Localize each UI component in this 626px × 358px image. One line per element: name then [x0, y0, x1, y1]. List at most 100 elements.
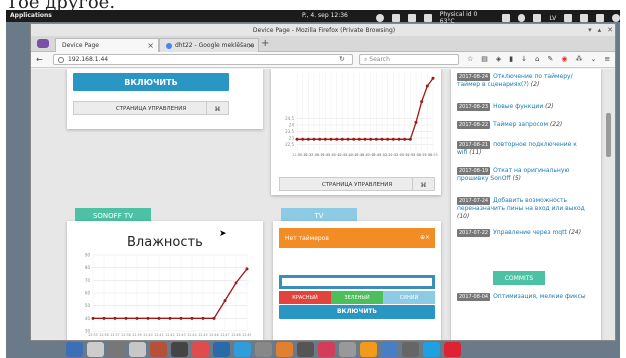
- reload-icon[interactable]: ↻: [339, 55, 345, 63]
- terminal-icon[interactable]: [297, 342, 314, 357]
- search-app-icon[interactable]: [213, 342, 230, 357]
- changelog-date: 2017-08-19: [457, 167, 491, 175]
- settings-icon[interactable]: ⌘: [412, 178, 434, 190]
- chevron-down-icon[interactable]: ⌄: [590, 55, 596, 63]
- data-point: [168, 316, 172, 320]
- turn-on-button[interactable]: ВКЛЮЧИТЬ: [73, 73, 229, 91]
- control-page-button-2[interactable]: СТРАНИЦА УПРАВЛЕНИЯ ⌘: [279, 177, 435, 191]
- home-icon[interactable]: ⌂: [535, 55, 539, 63]
- humidity-title: Влажность: [127, 235, 203, 250]
- minimize-icon[interactable]: ▾: [588, 26, 592, 34]
- control-page-label: СТРАНИЦА УПРАВЛЕНИЯ: [115, 106, 187, 112]
- filezilla-icon[interactable]: [192, 342, 209, 357]
- extension-icon[interactable]: ⁂: [575, 55, 582, 63]
- window-manager-icon[interactable]: [129, 342, 146, 357]
- y-tick-label: 40: [85, 316, 91, 321]
- commits-tab[interactable]: COMMITS: [493, 271, 545, 285]
- red-button[interactable]: КРАСНЫЙ: [279, 291, 331, 304]
- page-scrollbar[interactable]: [606, 113, 611, 157]
- volume-icon[interactable]: [564, 14, 573, 22]
- bookmarks-icon[interactable]: ▮: [509, 55, 513, 63]
- app-red-icon[interactable]: [150, 342, 167, 357]
- search-input[interactable]: ⌕ Search: [359, 54, 459, 65]
- changelog-count: (22): [549, 121, 563, 128]
- updates-icon[interactable]: [376, 14, 384, 22]
- mobile-icon[interactable]: [402, 342, 419, 357]
- changelog-item[interactable]: 2017-08-19 Откат на оригинальную прошивку…: [457, 167, 587, 183]
- close-tab-icon[interactable]: ×: [147, 41, 154, 50]
- app-dark-icon[interactable]: [171, 342, 188, 357]
- system-top-bar: Applications P., 4. sep 12:36 Physical i…: [6, 10, 620, 25]
- app-pink-icon[interactable]: [318, 342, 335, 357]
- network-icon[interactable]: [533, 14, 542, 22]
- screen-icon[interactable]: [580, 14, 589, 22]
- commit-item[interactable]: 2017-08-04 Оптимизация, мелкие фиксы: [457, 293, 587, 301]
- changelog-item[interactable]: 2017-08-21 повторное подключение к wifi (…: [457, 141, 587, 157]
- y-tick-label: 23: [289, 136, 295, 141]
- changelog-item[interactable]: 2017-08-23 Новые функции (2): [457, 103, 587, 111]
- data-point: [179, 316, 183, 320]
- app-gray-icon[interactable]: [339, 342, 356, 357]
- firefox-icon[interactable]: [276, 342, 293, 357]
- blue-button[interactable]: СИНИЙ: [383, 291, 435, 304]
- mail-icon[interactable]: [391, 14, 400, 22]
- changelog-item[interactable]: 2017-07-24 Добавить возможность переназна…: [457, 197, 587, 221]
- color-input[interactable]: [279, 275, 435, 289]
- changelog-item[interactable]: 2017-07-22 Управление через mqtt (24): [457, 229, 587, 237]
- turn-on-button-2[interactable]: ВКЛЮЧИТЬ: [279, 305, 435, 319]
- sonoff-tv-tab[interactable]: SONOFF TV: [75, 208, 151, 222]
- back-icon[interactable]: ←: [36, 55, 43, 64]
- skype-icon[interactable]: [423, 342, 440, 357]
- document-header-fragment: Тое другое.: [0, 0, 626, 10]
- applications-menu[interactable]: Applications: [10, 12, 52, 19]
- download-icon[interactable]: ↓: [521, 55, 527, 63]
- bluetooth-icon[interactable]: [517, 14, 526, 22]
- addon-icon[interactable]: ◉: [561, 55, 567, 63]
- cpu-sensor-icon[interactable]: [423, 14, 432, 22]
- tab-google-search[interactable]: dht22 - Google meklēšana ×: [159, 38, 259, 52]
- new-tab-icon[interactable]: +: [261, 38, 269, 49]
- timer-bar[interactable]: Нет таймеров ⊕×: [279, 228, 435, 248]
- menu-icon[interactable]: ≡: [604, 55, 610, 63]
- arduino-icon[interactable]: [381, 342, 398, 357]
- tab-device-page[interactable]: Device Page ×: [55, 38, 159, 52]
- reader-icon[interactable]: ▤: [481, 55, 488, 63]
- url-bar[interactable]: 192.168.1.44: [53, 54, 353, 65]
- files-icon[interactable]: [66, 342, 83, 357]
- settings-app-icon[interactable]: [108, 342, 125, 357]
- close-tab-icon[interactable]: ×: [247, 41, 254, 50]
- x-tick-label: 22:39: [132, 333, 141, 337]
- settings-icon[interactable]: ⌘: [206, 102, 228, 114]
- y-tick-label: 22.5: [285, 142, 294, 147]
- site-info-icon[interactable]: [58, 56, 64, 63]
- screen-recorder-icon[interactable]: [444, 342, 461, 357]
- add-timer-icon[interactable]: ⊕×: [420, 234, 430, 241]
- page-content: ВКЛЮЧИТЬ СТРАНИЦА УПРАВЛЕНИЯ ⌘ 22.5 23 23.…: [31, 69, 615, 340]
- text-editor-icon[interactable]: [87, 342, 104, 357]
- tv-tab[interactable]: TV: [281, 208, 357, 222]
- chat-icon[interactable]: [407, 14, 416, 22]
- power-icon[interactable]: [612, 14, 620, 22]
- kodi-icon[interactable]: [234, 342, 251, 357]
- calculator-icon[interactable]: [255, 342, 272, 357]
- tool-icon[interactable]: ✎: [547, 55, 553, 63]
- tab-label: Device Page: [62, 42, 99, 49]
- control-page-label: СТРАНИЦА УПРАВЛЕНИЯ: [321, 182, 393, 188]
- star-icon[interactable]: ☆: [467, 55, 473, 63]
- clock[interactable]: P., 4. sep 12:36: [302, 12, 348, 19]
- vlc-icon[interactable]: [360, 342, 377, 357]
- maximize-icon[interactable]: ▴: [598, 26, 602, 34]
- battery-icon[interactable]: [501, 14, 510, 22]
- notifications-icon[interactable]: [596, 14, 605, 22]
- pocket-icon[interactable]: ◈: [496, 55, 501, 63]
- control-page-button[interactable]: СТРАНИЦА УПРАВЛЕНИЯ ⌘: [73, 101, 229, 115]
- changelog-item[interactable]: 2017-08-22 Таймер запросом (22): [457, 121, 587, 129]
- green-button[interactable]: ЗЕЛЕНЫЙ: [331, 291, 383, 304]
- window-titlebar[interactable]: Device Page - Mozilla Firefox (Private B…: [31, 24, 615, 36]
- close-window-icon[interactable]: ✕: [607, 26, 613, 34]
- changelog-item[interactable]: 2017-08-24 Отключение по таймеру/ таймер …: [457, 73, 587, 89]
- firefox-window: Device Page - Mozilla Firefox (Private B…: [30, 23, 616, 341]
- y-tick-label: 23.5: [285, 129, 294, 134]
- x-tick-label: 22:35: [88, 333, 97, 337]
- keyboard-layout[interactable]: LV: [549, 15, 556, 22]
